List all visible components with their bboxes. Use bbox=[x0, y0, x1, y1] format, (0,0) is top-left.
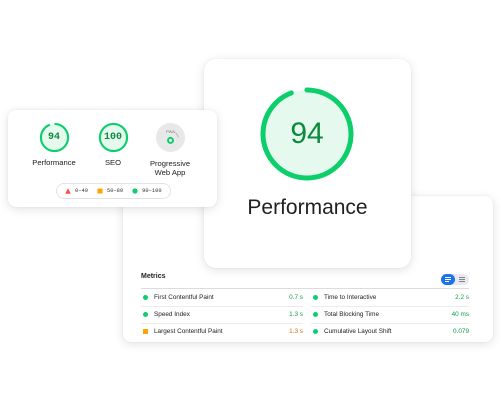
pwa-badge-text: PWA bbox=[165, 129, 174, 134]
legend-range: 90–100 bbox=[142, 188, 162, 194]
metric-value: 1.3 s bbox=[289, 328, 303, 335]
metric-name: Time to Interactive bbox=[324, 294, 377, 301]
category-label: Progressive Web App bbox=[134, 159, 206, 177]
category-label-line2: Web App bbox=[154, 168, 186, 177]
pass-dot-icon bbox=[143, 312, 148, 317]
metric-name: Total Blocking Time bbox=[324, 311, 380, 318]
legend-pass: 90–100 bbox=[132, 188, 162, 194]
metrics-title: Metrics bbox=[141, 273, 166, 280]
pass-dot-icon bbox=[143, 295, 148, 300]
performance-score: 94 bbox=[290, 117, 324, 150]
metric-name: Cumulative Layout Shift bbox=[324, 328, 392, 335]
metric-row: Largest Contentful Paint 1.3 s bbox=[141, 323, 303, 340]
metric-row: Total Blocking Time 40 ms bbox=[311, 306, 469, 324]
circle-icon bbox=[132, 188, 138, 194]
category-label-line1: Progressive bbox=[149, 159, 191, 168]
performance-label: Performance bbox=[247, 196, 368, 219]
square-icon bbox=[97, 188, 103, 194]
metric-value: 0.079 bbox=[453, 328, 469, 335]
metric-name: First Contentful Paint bbox=[154, 294, 214, 301]
legend-average: 50–89 bbox=[97, 188, 123, 194]
metric-row: Speed Index 1.3 s bbox=[141, 306, 303, 324]
pass-dot-icon bbox=[313, 312, 318, 317]
metric-value: 2.2 s bbox=[455, 294, 469, 301]
category-pwa[interactable]: PWA Progressive Web App bbox=[134, 122, 206, 177]
metric-value: 0.7 s bbox=[289, 294, 303, 301]
view-toggle[interactable] bbox=[441, 274, 469, 285]
table-view-icon[interactable] bbox=[455, 274, 469, 285]
metric-row: Cumulative Layout Shift 0.079 bbox=[311, 323, 469, 340]
performance-card: 94 Performance bbox=[204, 59, 411, 268]
list-view-icon[interactable] bbox=[441, 274, 455, 285]
score-legend: 0–49 50–89 90–100 bbox=[56, 183, 171, 199]
metric-value: 1.3 s bbox=[289, 311, 303, 318]
average-square-icon bbox=[143, 329, 148, 334]
metric-name: Speed Index bbox=[154, 311, 190, 318]
triangle-icon bbox=[65, 188, 71, 194]
metric-value: 40 ms bbox=[451, 311, 469, 318]
legend-range: 50–89 bbox=[106, 188, 124, 194]
summary-card: 94 Performance 100 SEO PWA Progressive W… bbox=[8, 110, 217, 207]
metric-name: Largest Contentful Paint bbox=[154, 328, 223, 335]
legend-range: 0–49 bbox=[75, 188, 88, 194]
legend-fail: 0–49 bbox=[65, 188, 88, 194]
pass-dot-icon bbox=[313, 329, 318, 334]
pwa-badge-icon: PWA bbox=[155, 122, 185, 153]
metric-row: First Contentful Paint 0.7 s bbox=[141, 289, 303, 307]
pass-dot-icon bbox=[313, 295, 318, 300]
metric-row: Time to Interactive 2.2 s bbox=[311, 289, 469, 307]
